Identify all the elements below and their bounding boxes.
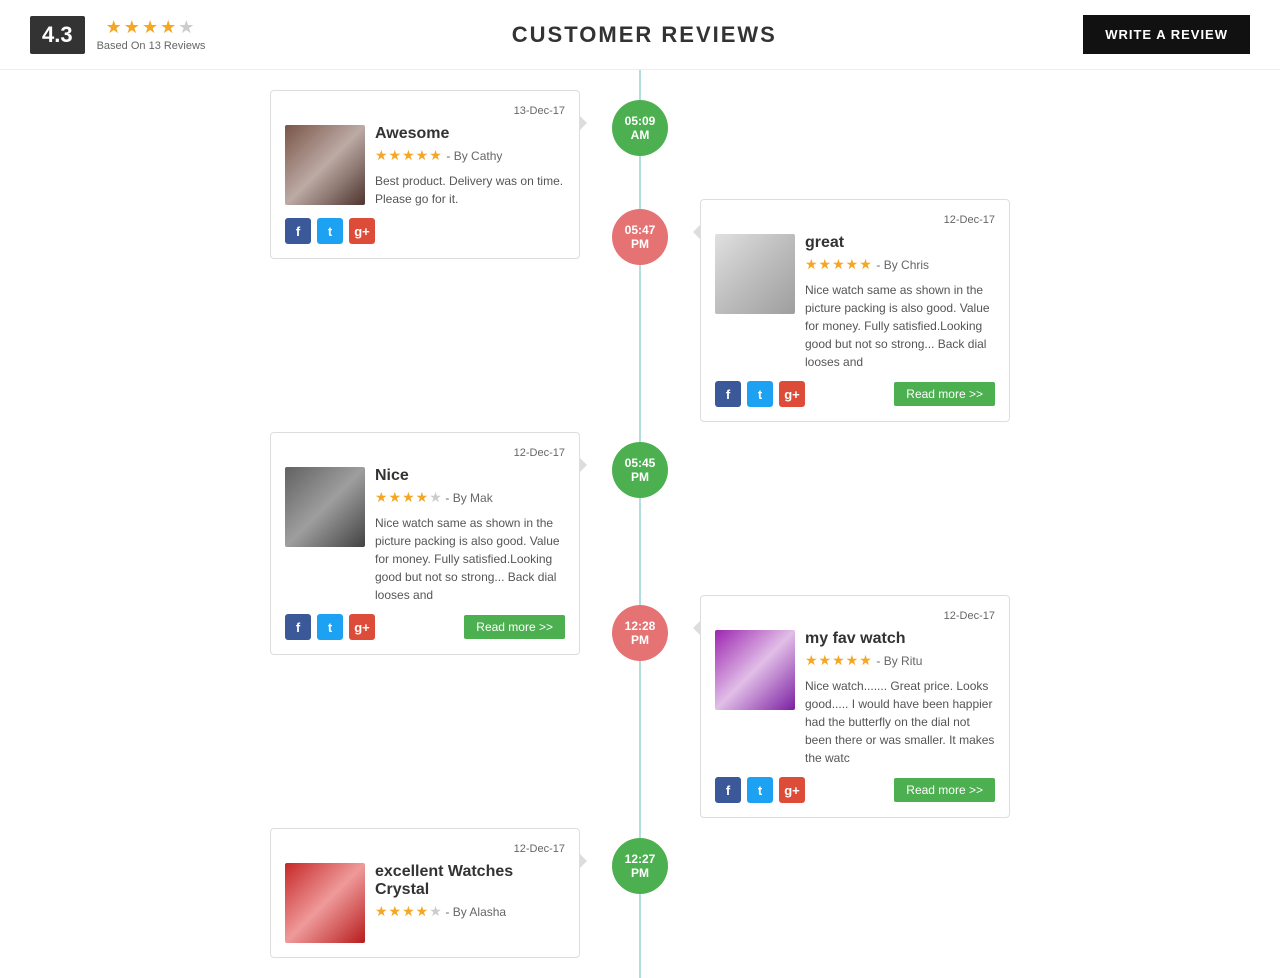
timeline-left-3: 12-Dec-17 excellent Watches Crystal ★★★★… (120, 828, 640, 958)
review-content: excellent Watches Crystal ★★★★★ - By Ala… (375, 863, 565, 943)
timeline-center-1b: 05:47 PM (612, 209, 668, 265)
timeline-center-3: 12:27 PM (612, 838, 668, 894)
review-image (285, 125, 365, 205)
review-author: - By Cathy (446, 149, 502, 163)
timeline-container: 13-Dec-17 Awesome ★★★★★ - By Cathy Best … (90, 70, 1190, 978)
review-title: Nice (375, 467, 565, 485)
timeline-center-1: 05:09 AM (612, 100, 668, 156)
googleplus-share-button[interactable]: g+ (779, 777, 805, 803)
review-date: 12-Dec-17 (285, 843, 565, 855)
review-stars-row: ★★★★★ - By Alasha (375, 903, 565, 920)
bubble-period: PM (631, 470, 649, 484)
time-bubble-1b: 05:47 PM (612, 209, 668, 265)
googleplus-share-button[interactable]: g+ (779, 381, 805, 407)
review-date: 12-Dec-17 (715, 214, 995, 226)
review-actions: f t g+ Read more >> (715, 777, 995, 803)
review-title: great (805, 234, 995, 252)
review-stars-row: ★★★★★ - By Chris (805, 256, 995, 273)
review-top: Nice ★★★★★ - By Mak Nice watch same as s… (285, 467, 565, 604)
review-date: 12-Dec-17 (285, 447, 565, 459)
review-top: great ★★★★★ - By Chris Nice watch same a… (715, 234, 995, 371)
review-text: Nice watch same as shown in the picture … (375, 514, 565, 604)
review-stars: ★★★★ (375, 489, 429, 505)
write-review-button[interactable]: WRITE A REVIEW (1083, 15, 1250, 54)
review-text: Nice watch same as shown in the picture … (805, 281, 995, 371)
bubble-period: PM (631, 866, 649, 880)
time-bubble-2b: 12:28 PM (612, 605, 668, 661)
timeline-row-3: 12-Dec-17 excellent Watches Crystal ★★★★… (120, 828, 1160, 958)
bubble-time: 05:45 (625, 456, 656, 470)
bubble-time: 05:47 (625, 223, 656, 237)
review-actions: f t g+ Read more >> (715, 381, 995, 407)
rating-number: 4.3 (30, 16, 85, 54)
review-author: - By Ritu (876, 654, 922, 668)
read-more-button[interactable]: Read more >> (894, 382, 995, 406)
timeline-right-2b: 12-Dec-17 my fav watch ★★★★★ - By Ritu N… (640, 595, 1160, 818)
review-content: my fav watch ★★★★★ - By Ritu Nice watch.… (805, 630, 995, 767)
timeline-center-2b: 12:28 PM (612, 605, 668, 661)
review-author: - By Alasha (445, 905, 506, 919)
bubble-time: 12:28 (625, 619, 656, 633)
review-card-excellent: 12-Dec-17 excellent Watches Crystal ★★★★… (270, 828, 580, 958)
bubble-time: 12:27 (625, 852, 656, 866)
bubble-period: PM (631, 633, 649, 647)
review-card-great: 12-Dec-17 great ★★★★★ - By Chris Nice wa… (700, 199, 1010, 422)
review-top: my fav watch ★★★★★ - By Ritu Nice watch.… (715, 630, 995, 767)
review-author: - By Chris (876, 258, 929, 272)
review-image (715, 234, 795, 314)
review-top: excellent Watches Crystal ★★★★★ - By Ala… (285, 863, 565, 943)
review-content: Awesome ★★★★★ - By Cathy Best product. D… (375, 125, 565, 208)
review-image (285, 467, 365, 547)
review-stars-row: ★★★★★ - By Cathy (375, 147, 565, 164)
timeline-row-2b: 12:28 PM 12-Dec-17 my fav watch ★★★★★ - … (120, 595, 1160, 818)
review-title: excellent Watches Crystal (375, 863, 565, 899)
review-title: Awesome (375, 125, 565, 143)
header: 4.3 ★★★★★ Based On 13 Reviews CUSTOMER R… (0, 0, 1280, 70)
review-text: Nice watch....... Great price. Looks goo… (805, 677, 995, 767)
review-image (715, 630, 795, 710)
review-stars: ★★★★★ (375, 147, 443, 163)
review-stars: ★★★★★ (805, 256, 873, 272)
twitter-share-button[interactable]: t (747, 777, 773, 803)
review-image (285, 863, 365, 943)
review-stars-row: ★★★★★ - By Mak (375, 489, 565, 506)
stars-container: ★★★★★ Based On 13 Reviews (97, 17, 206, 52)
review-date: 12-Dec-17 (715, 610, 995, 622)
review-stars: ★★★★ (375, 903, 429, 919)
time-bubble-2: 05:45 PM (612, 442, 668, 498)
bubble-period: AM (631, 128, 650, 142)
time-bubble-3: 12:27 PM (612, 838, 668, 894)
review-content: Nice ★★★★★ - By Mak Nice watch same as s… (375, 467, 565, 604)
read-more-button[interactable]: Read more >> (894, 778, 995, 802)
review-top: Awesome ★★★★★ - By Cathy Best product. D… (285, 125, 565, 208)
twitter-share-button[interactable]: t (747, 381, 773, 407)
bubble-time: 05:09 (625, 114, 656, 128)
review-card-myfav: 12-Dec-17 my fav watch ★★★★★ - By Ritu N… (700, 595, 1010, 818)
timeline-row-1b: 05:47 PM 12-Dec-17 great ★★★★★ - By Chri… (120, 199, 1160, 422)
timeline-center-2: 05:45 PM (612, 442, 668, 498)
based-on-label: Based On 13 Reviews (97, 40, 206, 52)
timeline-right-1 (640, 90, 1160, 170)
facebook-share-button[interactable]: f (715, 777, 741, 803)
page-title: CUSTOMER REVIEWS (205, 22, 1083, 48)
review-stars: ★★★★★ (805, 652, 873, 668)
time-bubble-1: 05:09 AM (612, 100, 668, 156)
stars-display: ★★★★★ (106, 17, 197, 38)
review-stars-row: ★★★★★ - By Ritu (805, 652, 995, 669)
review-content: great ★★★★★ - By Chris Nice watch same a… (805, 234, 995, 371)
rating-box: 4.3 ★★★★★ Based On 13 Reviews (30, 16, 205, 54)
timeline-right-1b: 12-Dec-17 great ★★★★★ - By Chris Nice wa… (640, 199, 1160, 422)
facebook-share-button[interactable]: f (715, 381, 741, 407)
review-title: my fav watch (805, 630, 995, 648)
review-author: - By Mak (445, 491, 492, 505)
bubble-period: PM (631, 237, 649, 251)
review-date: 13-Dec-17 (285, 105, 565, 117)
